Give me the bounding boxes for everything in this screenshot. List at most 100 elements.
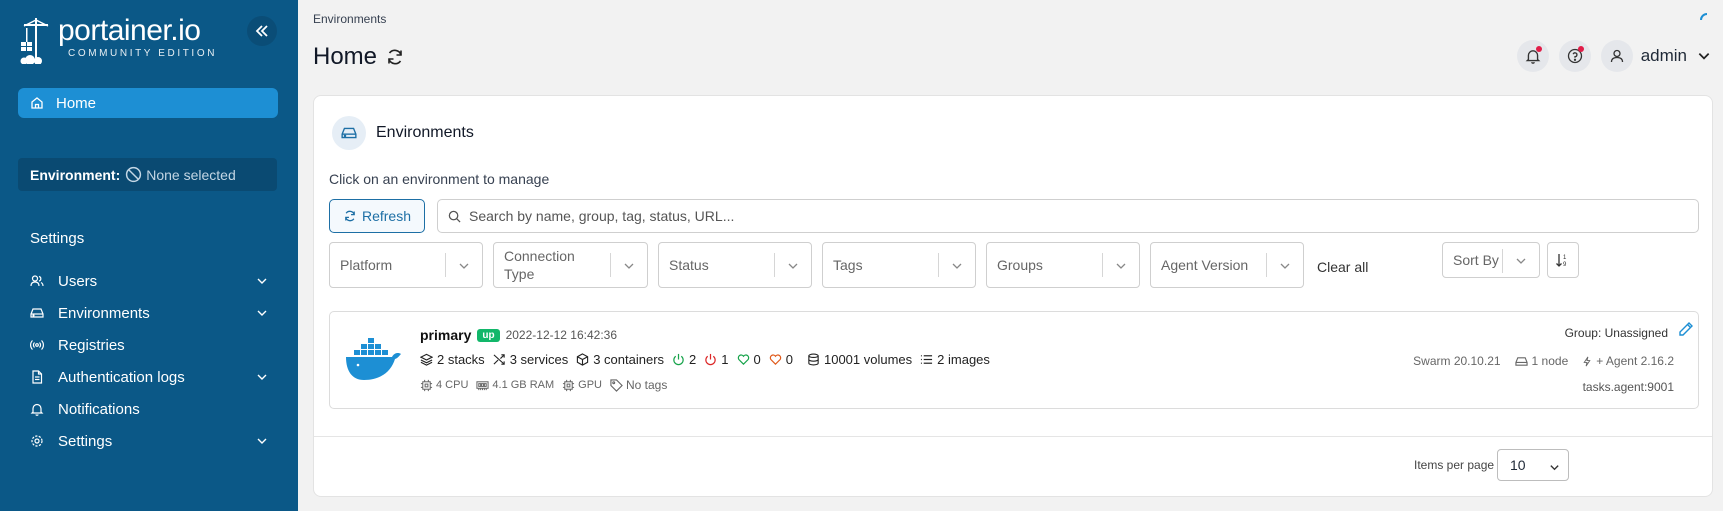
portainer-logo[interactable]: portainer.io COMMUNITY EDITION: [18, 16, 217, 64]
filter-label: Groups: [997, 257, 1043, 273]
chevron-down-icon[interactable]: [256, 435, 268, 447]
healthy-stat: 0: [737, 352, 761, 367]
chevron-down-icon: [1516, 258, 1526, 264]
filter-platform[interactable]: Platform: [329, 242, 483, 288]
chevron-down-icon: [459, 263, 469, 269]
filter-groups[interactable]: Groups: [986, 242, 1140, 288]
power-off-icon: [705, 353, 716, 366]
divider: [314, 436, 1712, 437]
filter-label: Connection Type: [504, 248, 575, 282]
bell-icon: [30, 403, 44, 416]
tags-spec: No tags: [610, 378, 667, 392]
chevron-down-icon[interactable]: [256, 307, 268, 319]
sidebar-item-users[interactable]: Users: [30, 265, 270, 297]
filter-connection-type[interactable]: Connection Type: [493, 242, 648, 288]
healthy-count: 0: [753, 352, 761, 367]
ram-spec: 4.1 GB RAM: [476, 379, 554, 392]
sidebar-item-registries[interactable]: Registries: [30, 329, 270, 361]
chevron-down-icon: [1550, 465, 1559, 471]
user-name[interactable]: admin: [1641, 46, 1687, 66]
sidebar-item-home[interactable]: Home: [18, 88, 278, 118]
refresh-button[interactable]: Refresh: [329, 199, 425, 233]
environment-item[interactable]: primary up 2022-12-12 16:42:36 2 stacks …: [329, 311, 1699, 409]
environment-selector[interactable]: Environment: None selected: [18, 158, 277, 191]
node-count: 1 node: [1514, 354, 1568, 368]
refresh-button-label: Refresh: [361, 208, 412, 224]
items-per-page-label: Items per page: [1414, 458, 1495, 472]
chevron-down-icon[interactable]: [1697, 49, 1711, 63]
breadcrumb[interactable]: Environments: [313, 12, 386, 26]
search-input[interactable]: [469, 208, 1669, 224]
environment-date: 2022-12-12 16:42:36: [505, 328, 618, 342]
sidebar-item-settings[interactable]: Settings: [30, 425, 270, 457]
filter-tags[interactable]: Tags: [822, 242, 976, 288]
file-icon: [32, 370, 43, 384]
services-stat: 3 services: [493, 352, 568, 367]
logo-edition: COMMUNITY EDITION: [68, 48, 218, 59]
filter-label: Agent Version: [1161, 257, 1249, 273]
chevron-down-icon: [788, 263, 798, 269]
stopped-stat: 1: [704, 352, 729, 367]
gpu-spec: GPU: [562, 379, 602, 392]
user-avatar[interactable]: [1600, 40, 1633, 72]
server-icon: [1514, 356, 1528, 366]
notifications-button[interactable]: [1516, 40, 1549, 72]
items-per-page-select[interactable]: 10: [1497, 449, 1569, 481]
environment-name[interactable]: primary: [420, 327, 471, 343]
help-button[interactable]: [1558, 40, 1591, 72]
tag-icon: [610, 378, 623, 392]
agent-version-value: + Agent 2.16.2: [1596, 354, 1674, 368]
page-title: Home: [313, 43, 405, 71]
chevrons-left-icon: [255, 25, 268, 37]
edit-icon[interactable]: [1678, 321, 1694, 337]
box-icon: [577, 353, 589, 366]
environment-url: tasks.agent:9001: [1582, 380, 1674, 394]
environment-label: Environment:: [30, 166, 121, 183]
environment-specs: 4 CPU 4.1 GB RAM GPU No tags: [420, 378, 675, 392]
sort-order-button[interactable]: 19: [1547, 242, 1579, 278]
ban-icon: [126, 166, 142, 183]
sidebar-item-label: Settings: [58, 432, 113, 450]
sidebar-item-label: Environments: [58, 304, 150, 322]
heart-crack-icon: [769, 354, 781, 365]
search-icon: [448, 210, 461, 223]
items-per-page-value: 10: [1510, 457, 1526, 473]
page-title-text: Home: [313, 43, 378, 70]
environment-stats: 2 stacks 3 services 3 containers 2 1 0 0…: [420, 352, 998, 367]
filter-label: Tags: [833, 257, 863, 273]
card-title: Environments: [376, 124, 474, 141]
database-icon: [808, 353, 819, 366]
shuffle-icon: [493, 354, 505, 365]
chevron-down-icon: [1116, 263, 1126, 269]
environment-value: None selected: [146, 166, 236, 183]
collapse-sidebar-button[interactable]: [247, 16, 277, 46]
clear-all-button[interactable]: Clear all: [1317, 259, 1368, 275]
zap-icon: [1583, 356, 1591, 366]
sort-by-select[interactable]: Sort By: [1442, 242, 1540, 278]
card-subtitle: Click on an environment to manage: [329, 171, 550, 187]
sort-by-label: Sort By: [1453, 252, 1499, 268]
refresh-icon: [345, 210, 355, 222]
users-icon: [30, 275, 44, 287]
stacks-stat: 2 stacks: [420, 352, 485, 367]
sidebar-item-notifications[interactable]: Notifications: [30, 393, 270, 425]
chevron-down-icon[interactable]: [256, 275, 268, 287]
search-box[interactable]: [437, 199, 1699, 233]
settings-heading: Settings: [30, 230, 85, 247]
memory-icon: [476, 380, 489, 390]
sidebar-item-environments[interactable]: Environments: [30, 297, 270, 329]
volumes-stat: 10001 volumes: [807, 352, 912, 367]
environments-card: Environments Click on an environment to …: [313, 95, 1713, 497]
refresh-icon[interactable]: [385, 47, 405, 67]
filter-agent-version[interactable]: Agent Version: [1150, 242, 1304, 288]
gpu-value: GPU: [578, 379, 602, 391]
main-content: Environments Home admin Environments Cli…: [298, 0, 1723, 511]
gpu-icon: [563, 379, 575, 391]
environment-name-row: primary up 2022-12-12 16:42:36: [420, 327, 617, 343]
settings-nav: Users Environments Registries Authentica…: [30, 265, 270, 457]
environment-group: Group: Unassigned: [1564, 326, 1668, 340]
sidebar-item-authentication-logs[interactable]: Authentication logs: [30, 361, 270, 393]
filter-status[interactable]: Status: [658, 242, 812, 288]
power-icon: [673, 353, 684, 366]
chevron-down-icon[interactable]: [256, 371, 268, 383]
